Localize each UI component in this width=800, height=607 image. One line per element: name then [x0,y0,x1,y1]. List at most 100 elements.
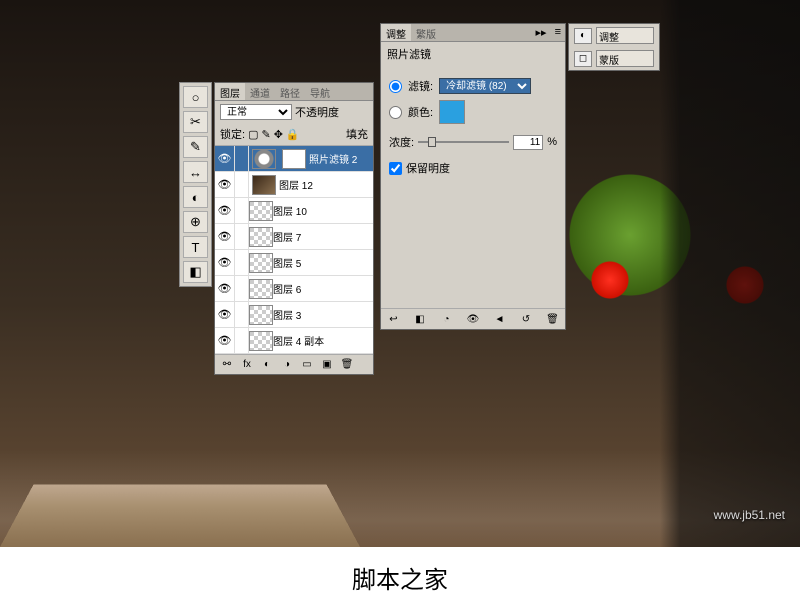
visibility-icon[interactable]: 👁 [215,146,235,172]
layer-row[interactable]: 👁 图层 5 [215,250,373,276]
visibility-icon[interactable]: 👁 [215,302,235,328]
layer-thumb [249,201,273,221]
visibility-icon[interactable]: 👁 [215,172,235,198]
panel-menu-icon[interactable]: ≡ [551,24,565,41]
layer-name: 图层 7 [273,229,373,244]
mini-panel: ◐ 调整 ◻ 蒙版 [568,23,660,71]
mask-icon[interactable]: ◻ [574,51,592,67]
tool-btn-2[interactable]: ✎ [183,136,208,158]
tab-nav[interactable]: 导航 [305,83,335,100]
eye-icon[interactable]: 👁 [466,312,481,326]
opacity-label: 不透明度 [295,104,339,120]
tab-paths[interactable]: 路径 [275,83,305,100]
lock-icon[interactable]: ✎ [261,128,270,141]
tool-btn-3[interactable]: ↔ [183,161,208,183]
layer-name: 图层 6 [273,281,373,296]
layer-row[interactable]: 👁 图层 6 [215,276,373,302]
link-cell[interactable] [235,302,249,328]
layer-row[interactable]: 👁 图层 12 [215,172,373,198]
link-cell[interactable] [235,250,249,276]
layer-name: 图层 4 副本 [273,333,373,348]
tool-btn-0[interactable]: ○ [183,86,208,108]
preserve-label: 保留明度 [406,160,450,176]
layer-list: 👁照片滤镜 2👁图层 12👁图层 10👁图层 7👁图层 5👁图层 6👁图层 3👁… [215,145,373,354]
layer-thumb [252,175,276,195]
filter-radio[interactable] [389,80,402,93]
link-cell[interactable] [235,172,249,198]
adjust-title: 照片滤镜 [381,42,565,66]
tool-btn-7[interactable]: ◧ [183,261,208,283]
color-radio[interactable] [389,106,402,119]
visibility-icon[interactable]: 👁 [215,224,235,250]
tool-btn-5[interactable]: ⊕ [183,211,208,233]
density-slider[interactable] [418,141,509,143]
lock-icon[interactable]: ▢ [248,128,258,141]
visibility-icon[interactable]: 👁 [215,198,235,224]
layer-row[interactable]: 👁 图层 7 [215,224,373,250]
trash-icon[interactable]: 🗑 [545,312,560,326]
group-icon[interactable]: ▭ [299,358,315,372]
visibility-icon[interactable]: 👁 [215,328,235,354]
adjustments-panel: 调整 繁版 ▸▸ ≡ 照片滤镜 滤镜: 冷却滤镜 (82) 颜色: 浓度: % … [380,23,566,330]
color-swatch[interactable] [439,100,465,124]
density-input[interactable] [513,135,543,150]
layer-mask-thumb [282,149,306,169]
link-cell[interactable] [235,198,249,224]
adjustment-icon[interactable]: ◑ [279,358,295,372]
layer-row[interactable]: 👁 图层 3 [215,302,373,328]
lock-icon[interactable]: 🔒 [286,128,300,141]
adjust-button[interactable]: 调整 [596,27,654,44]
new-layer-icon[interactable]: ▣ [319,358,335,372]
link-cell[interactable] [235,224,249,250]
trash-icon[interactable]: 🗑 [339,358,355,372]
layer-row[interactable]: 👁 图层 4 副本 [215,328,373,354]
link-icon[interactable]: ⚯ [219,358,235,372]
visibility-icon[interactable]: 👁 [215,276,235,302]
link-cell[interactable] [235,328,249,354]
layers-panel: 图层 通道 路径 导航 正常 不透明度 锁定: ▢ ✎ ✥ 🔒 填充 👁照片滤镜… [214,82,374,375]
layer-row[interactable]: 👁照片滤镜 2 [215,146,373,172]
mask-icon[interactable]: ◐ [259,358,275,372]
reset-icon[interactable]: ↺ [519,312,534,326]
layer-name: 图层 10 [273,203,373,218]
tool-btn-1[interactable]: ✂ [183,111,208,133]
slider-knob[interactable] [428,137,436,147]
lock-icon[interactable]: ✥ [274,128,283,141]
tool-btn-4[interactable]: ◐ [183,186,208,208]
blend-mode-select[interactable]: 正常 [220,104,292,120]
tool-btn-6[interactable]: T [183,236,208,258]
layer-thumb [249,253,273,273]
layer-thumb [249,305,273,325]
panel-next-icon[interactable]: ▸▸ [532,24,551,41]
fx-icon[interactable]: fx [239,358,255,372]
mask-button[interactable]: 蒙版 [596,50,654,67]
layers-tabs: 图层 通道 路径 导航 [215,83,373,101]
fill-label: 填充 [346,126,368,142]
layer-row[interactable]: 👁 图层 10 [215,198,373,224]
layer-name: 图层 12 [279,177,373,192]
tab-alt[interactable]: 繁版 [411,24,441,41]
color-label: 颜色: [408,104,433,120]
filter-select[interactable]: 冷却滤镜 (82) [439,78,531,94]
caption-bar: 脚本之家 [0,547,800,607]
link-cell[interactable] [235,146,249,172]
back-icon[interactable]: ↩ [386,312,401,326]
clip-icon[interactable]: ◔ [439,312,454,326]
preserve-checkbox[interactable] [389,162,402,175]
prev-icon[interactable]: ◄ [492,312,507,326]
layers-footer: ⚯ fx ◐ ◑ ▭ ▣ 🗑 [215,354,373,374]
layer-thumb [249,279,273,299]
tab-layers[interactable]: 图层 [215,83,245,100]
layer-thumb [249,227,273,247]
tab-channels[interactable]: 通道 [245,83,275,100]
preset-icon[interactable]: ◧ [413,312,428,326]
tab-adjust[interactable]: 调整 [381,24,411,41]
link-cell[interactable] [235,276,249,302]
layer-thumb [252,149,276,169]
visibility-icon[interactable]: 👁 [215,250,235,276]
adjust-icon[interactable]: ◐ [574,28,592,44]
layer-thumb [249,331,273,351]
layer-name: 图层 5 [273,255,373,270]
layer-name: 图层 3 [273,307,373,322]
density-unit: % [547,136,557,148]
